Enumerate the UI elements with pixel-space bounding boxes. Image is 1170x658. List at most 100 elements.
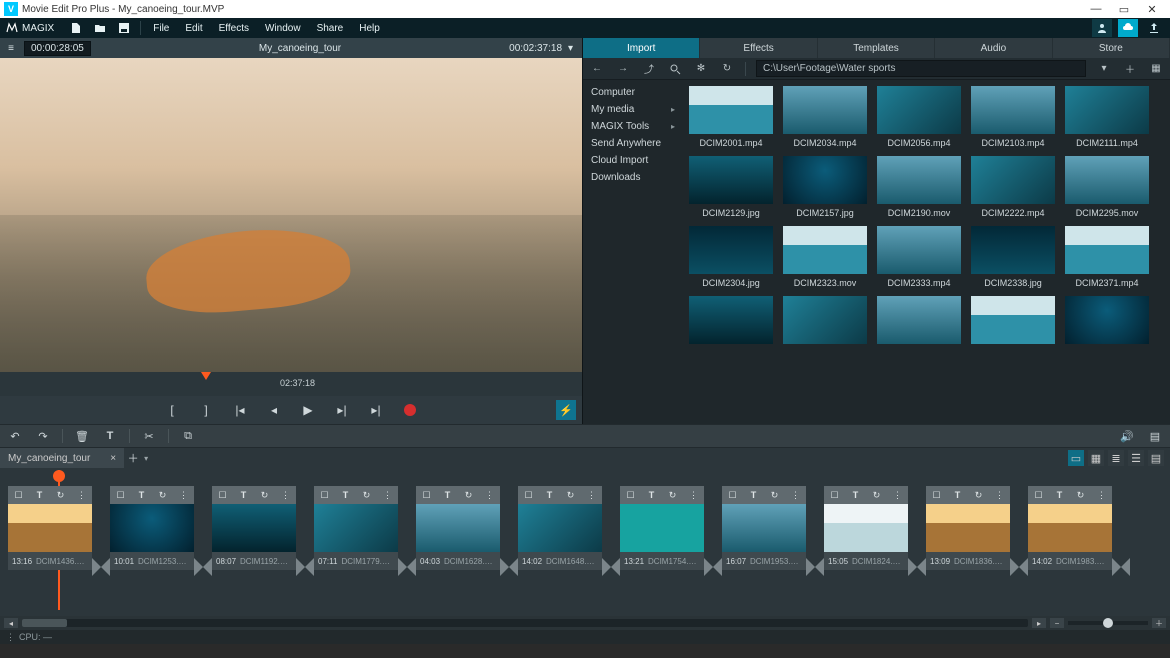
- storyboard-clip[interactable]: ☐T↻⋮04:03DCIM1628.mp4: [416, 486, 500, 570]
- media-thumb[interactable]: DCIM2129.jpg: [689, 156, 773, 218]
- scroll-track[interactable]: [22, 619, 1028, 627]
- clip-rotate-icon[interactable]: ↻: [463, 489, 475, 501]
- menu-share[interactable]: Share: [313, 23, 348, 34]
- media-thumb[interactable]: DCIM2333.mp4: [877, 226, 961, 288]
- media-thumb[interactable]: DCIM2338.jpg: [971, 226, 1055, 288]
- clip-rotate-icon[interactable]: ↻: [1075, 489, 1087, 501]
- menu-effects[interactable]: Effects: [215, 23, 253, 34]
- transition-handle[interactable]: [704, 558, 722, 576]
- source-send-anywhere[interactable]: Send Anywhere: [583, 135, 683, 152]
- path-dropdown-icon[interactable]: ▾: [1096, 61, 1112, 77]
- play-icon[interactable]: ▶: [299, 401, 317, 419]
- clip-select-icon[interactable]: ☐: [829, 489, 841, 501]
- back-icon[interactable]: ←: [589, 61, 605, 77]
- clip-rotate-icon[interactable]: ↻: [871, 489, 883, 501]
- transition-handle[interactable]: [194, 558, 212, 576]
- clip-title-icon[interactable]: T: [136, 489, 148, 501]
- zoom-slider[interactable]: [1068, 621, 1148, 625]
- clip-select-icon[interactable]: ☐: [115, 489, 127, 501]
- clip-rotate-icon[interactable]: ↻: [565, 489, 577, 501]
- transition-handle[interactable]: [500, 558, 518, 576]
- new-project-icon[interactable]: [68, 20, 84, 36]
- cut-tool-icon[interactable]: ✂: [140, 427, 158, 445]
- clip-rotate-icon[interactable]: ↻: [361, 489, 373, 501]
- clip-title-icon[interactable]: T: [34, 489, 46, 501]
- zoom-thumb[interactable]: [1103, 618, 1113, 628]
- mixer-icon[interactable]: ▤: [1146, 427, 1164, 445]
- path-field[interactable]: C:\User\Footage\Water sports: [756, 60, 1086, 77]
- clip-menu-icon[interactable]: ⋮: [994, 489, 1006, 501]
- export-icon[interactable]: [1144, 19, 1164, 37]
- clip-menu-icon[interactable]: ⋮: [688, 489, 700, 501]
- view-mode-icon[interactable]: ▦: [1148, 61, 1164, 77]
- scroll-right-icon[interactable]: ▸: [1032, 618, 1046, 628]
- clip-title-icon[interactable]: T: [646, 489, 658, 501]
- scroll-thumb[interactable]: [22, 619, 67, 627]
- pool-tab-templates[interactable]: Templates: [818, 38, 935, 58]
- mark-out-icon[interactable]: ]: [197, 401, 215, 419]
- clip-select-icon[interactable]: ☐: [727, 489, 739, 501]
- clip-rotate-icon[interactable]: ↻: [973, 489, 985, 501]
- add-project-tab[interactable]: ＋: [124, 450, 142, 466]
- clip-select-icon[interactable]: ☐: [13, 489, 25, 501]
- storyboard-clip[interactable]: ☐T↻⋮16:07DCIM1953.mp4: [722, 486, 806, 570]
- clip-select-icon[interactable]: ☐: [421, 489, 433, 501]
- transition-handle[interactable]: [1010, 558, 1028, 576]
- timeline-view-multitrack-icon[interactable]: ☰: [1128, 450, 1144, 466]
- media-thumb[interactable]: DCIM2190.mov: [877, 156, 961, 218]
- media-thumb[interactable]: [1065, 296, 1149, 344]
- menu-file[interactable]: File: [149, 23, 173, 34]
- storyboard-clip[interactable]: ☐T↻⋮13:21DCIM1754.mov: [620, 486, 704, 570]
- clip-menu-icon[interactable]: ⋮: [484, 489, 496, 501]
- media-thumb[interactable]: DCIM2001.mp4: [689, 86, 773, 148]
- step-forward-icon[interactable]: ▸|: [333, 401, 351, 419]
- clip-menu-icon[interactable]: ⋮: [1096, 489, 1108, 501]
- clip-menu-icon[interactable]: ⋮: [280, 489, 292, 501]
- clip-title-icon[interactable]: T: [952, 489, 964, 501]
- mark-in-icon[interactable]: [: [163, 401, 181, 419]
- transition-handle[interactable]: [1112, 558, 1130, 576]
- media-thumb[interactable]: [689, 296, 773, 344]
- transition-handle[interactable]: [296, 558, 314, 576]
- maximize-button[interactable]: ▭: [1110, 3, 1138, 16]
- storyboard-clip[interactable]: ☐T↻⋮13:16DCIM1436.mov: [8, 486, 92, 570]
- transition-handle[interactable]: [92, 558, 110, 576]
- media-thumb[interactable]: [877, 296, 961, 344]
- media-thumb[interactable]: [783, 296, 867, 344]
- clip-select-icon[interactable]: ☐: [523, 489, 535, 501]
- close-button[interactable]: ✕: [1138, 3, 1166, 16]
- zoom-out-icon[interactable]: −: [1050, 618, 1064, 628]
- storyboard-clip[interactable]: ☐T↻⋮14:02DCIM1983.mov: [1028, 486, 1112, 570]
- clip-title-icon[interactable]: T: [850, 489, 862, 501]
- zoom-in-icon[interactable]: ＋: [1152, 618, 1166, 628]
- clip-title-icon[interactable]: T: [340, 489, 352, 501]
- view-options-icon[interactable]: ✻: [693, 61, 709, 77]
- source-magix-tools[interactable]: MAGIX Tools▸: [583, 118, 683, 135]
- clip-title-icon[interactable]: T: [442, 489, 454, 501]
- clip-menu-icon[interactable]: ⋮: [892, 489, 904, 501]
- media-thumb[interactable]: DCIM2111.mp4: [1065, 86, 1149, 148]
- clip-rotate-icon[interactable]: ↻: [157, 489, 169, 501]
- media-thumb[interactable]: [971, 296, 1055, 344]
- storyboard-clip[interactable]: ☐T↻⋮14:02DCIM1648.mov: [518, 486, 602, 570]
- delete-icon[interactable]: 🗑: [73, 427, 91, 445]
- clip-select-icon[interactable]: ☐: [625, 489, 637, 501]
- media-thumb[interactable]: DCIM2295.mov: [1065, 156, 1149, 218]
- media-thumb[interactable]: DCIM2222.mp4: [971, 156, 1055, 218]
- redo-icon[interactable]: ↷: [34, 427, 52, 445]
- clip-rotate-icon[interactable]: ↻: [259, 489, 271, 501]
- playhead-marker[interactable]: [201, 372, 211, 380]
- timeline-view-storyboard-icon[interactable]: ▭: [1068, 450, 1084, 466]
- transition-handle[interactable]: [602, 558, 620, 576]
- account-icon[interactable]: [1092, 19, 1112, 37]
- pool-tab-effects[interactable]: Effects: [700, 38, 817, 58]
- up-folder-icon[interactable]: ⤴: [641, 61, 657, 77]
- volume-icon[interactable]: 🔊: [1118, 427, 1136, 445]
- project-tab[interactable]: My_canoeing_tour ×: [0, 448, 124, 468]
- source-my-media[interactable]: My media▸: [583, 101, 683, 118]
- refresh-icon[interactable]: ↻: [719, 61, 735, 77]
- pool-tab-audio[interactable]: Audio: [935, 38, 1052, 58]
- forward-icon[interactable]: →: [615, 61, 631, 77]
- menu-edit[interactable]: Edit: [181, 23, 206, 34]
- clip-menu-icon[interactable]: ⋮: [382, 489, 394, 501]
